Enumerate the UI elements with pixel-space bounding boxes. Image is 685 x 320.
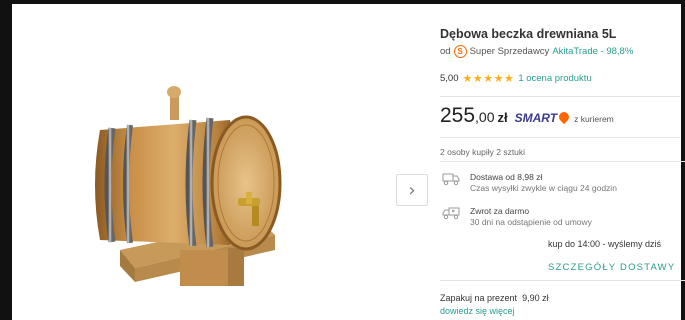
truck-icon xyxy=(442,172,460,186)
shipping-cutoff: kup do 14:00 - wyślemy dziś xyxy=(548,239,662,249)
smart-badge: SMART xyxy=(514,111,558,125)
return-row: Zwrot za darmo 30 dni na odstąpienie od … xyxy=(442,206,592,228)
bought-info: 2 osoby kupiły 2 sztuki xyxy=(440,147,526,157)
divider xyxy=(440,161,685,162)
price-fraction: ,00 xyxy=(475,109,495,125)
window-frame-top xyxy=(0,0,685,4)
seller-prefix: od xyxy=(440,46,451,57)
gift-label: Zapakuj na prezent xyxy=(440,293,518,303)
seller-info: od S Super Sprzedawcy AkitaTrade - 98,8% xyxy=(440,45,633,58)
product-image[interactable] xyxy=(60,70,330,300)
barrel-image xyxy=(95,86,282,286)
seller-name-link[interactable]: AkitaTrade - 98,8% xyxy=(552,46,633,57)
divider xyxy=(440,280,685,281)
rating-row: 5,00 ★★★★★ 1 ocena produktu xyxy=(440,72,592,85)
price-currency: zł xyxy=(497,110,508,125)
gallery-next-button[interactable]: › xyxy=(396,174,428,206)
gift-price: 9,90 zł xyxy=(522,293,549,303)
gift-wrap-row: Zapakuj na prezent 9,90 zł xyxy=(440,293,549,303)
return-title: Zwrot za darmo xyxy=(470,206,530,216)
smart-pin-icon xyxy=(557,109,572,125)
smart-suffix: z kurierem xyxy=(574,114,614,124)
star-rating-icon: ★★★★★ xyxy=(462,73,515,85)
delivery-details-link[interactable]: SZCZEGÓŁY DOSTAWY xyxy=(548,262,675,273)
divider xyxy=(440,137,680,138)
return-truck-icon xyxy=(442,206,460,220)
seller-label: Super Sprzedawcy xyxy=(469,46,550,57)
window-frame-left xyxy=(0,0,12,320)
product-title: Dębowa beczka drewniana 5L xyxy=(440,27,617,41)
delivery-sub: Czas wysyłki zwykle w ciągu 24 godzin xyxy=(470,183,617,193)
rating-count-link[interactable]: 1 ocena produktu xyxy=(518,73,591,84)
super-seller-icon: S xyxy=(453,45,467,58)
price-row: 255 ,00 zł SMART z kurierem xyxy=(440,104,614,128)
delivery-row: Dostawa od 8,98 zł Czas wysyłki zwykle w… xyxy=(442,172,617,194)
price-integer: 255 xyxy=(440,104,476,127)
window-frame-right xyxy=(681,0,685,320)
return-sub: 30 dni na odstąpienie od umowy xyxy=(470,217,592,227)
gift-learn-more-link[interactable]: dowiedz się więcej xyxy=(440,306,515,316)
rating-value: 5,00 xyxy=(440,73,459,84)
delivery-title: Dostawa od 8,98 zł xyxy=(470,172,543,182)
divider xyxy=(440,96,680,97)
